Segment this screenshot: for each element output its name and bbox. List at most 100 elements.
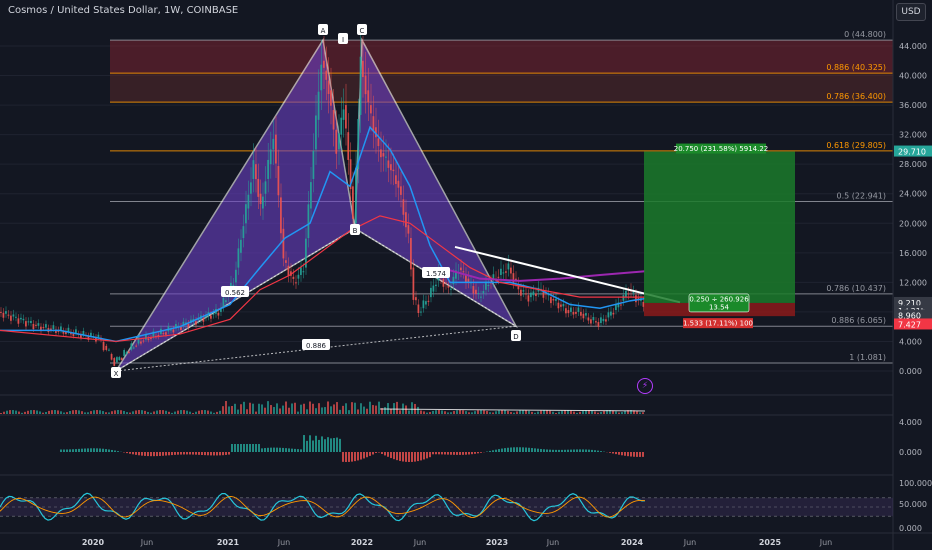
volume-bar — [351, 402, 353, 414]
volume-bar — [195, 411, 197, 414]
volume-bar — [288, 407, 290, 414]
rsi-tick: 0.000 — [899, 524, 922, 533]
candle-body — [522, 290, 525, 292]
macd-hist-bar — [477, 452, 479, 454]
macd-hist-bar — [78, 448, 80, 452]
macd-hist-bar — [402, 452, 404, 462]
volume-bar — [315, 408, 317, 414]
volume-bar — [579, 411, 581, 414]
macd-hist-bar — [639, 452, 641, 457]
volume-bar — [366, 408, 368, 414]
price-axis-bg — [893, 0, 932, 550]
macd-hist-bar — [465, 452, 467, 455]
volume-bar — [285, 401, 287, 414]
candle-body — [555, 298, 557, 301]
candle-body — [447, 286, 450, 288]
volume-bar — [594, 411, 596, 414]
candle-body — [475, 289, 477, 294]
macd-hist-bar — [147, 452, 149, 457]
candle-body — [123, 350, 125, 356]
price-tick: 28.000 — [899, 160, 927, 169]
macd-hist-bar — [300, 449, 302, 452]
candle-body — [477, 292, 480, 294]
macd-hist-bar — [555, 449, 557, 452]
candle-body — [118, 357, 121, 361]
time-tick: Jun — [683, 538, 697, 547]
candle-body — [172, 329, 175, 333]
volume-bar — [36, 410, 38, 414]
volume-bar — [513, 412, 515, 414]
volume-bar — [405, 405, 407, 414]
macd-hist-bar — [387, 452, 389, 457]
volume-bar — [264, 407, 266, 414]
candle-body — [82, 330, 85, 335]
volume-bar — [342, 405, 344, 414]
macd-hist-bar — [507, 447, 509, 452]
candle-body — [487, 284, 490, 287]
volume-bar — [621, 412, 623, 414]
candle-body — [635, 295, 637, 303]
volume-bar — [57, 410, 59, 414]
macd-hist-bar — [390, 452, 392, 459]
volume-bar — [198, 410, 200, 414]
volume-bar — [270, 405, 272, 414]
stop-label: 1.533 (17.11%) 100 — [683, 320, 753, 328]
volume-bar — [570, 410, 572, 414]
macd-hist-bar — [537, 448, 539, 452]
macd-hist-bar — [552, 449, 554, 452]
candle-body — [132, 347, 135, 349]
volume-bar — [159, 410, 161, 414]
candle-body — [255, 164, 257, 180]
lightning-icon[interactable]: ⚡ — [637, 378, 653, 394]
candle-body — [272, 138, 275, 150]
volume-bar — [165, 410, 167, 414]
volume-bar — [297, 411, 299, 414]
volume-bar — [561, 410, 563, 414]
volume-bar — [186, 410, 188, 414]
macd-hist-bar — [396, 452, 398, 461]
volume-bar — [537, 411, 539, 414]
macd-hist-bar — [504, 448, 506, 452]
candle-body — [269, 149, 272, 165]
fib-label: 0 (44.800) — [844, 30, 886, 39]
candle-body — [587, 317, 590, 321]
volume-bar — [144, 410, 146, 414]
macd-hist-bar — [627, 452, 629, 457]
macd-hist-bar — [216, 452, 218, 456]
candle-body — [387, 160, 390, 168]
macd-hist-bar — [414, 452, 416, 462]
candle-body — [210, 315, 212, 319]
macd-hist-bar — [549, 449, 551, 452]
volume-bar — [573, 411, 575, 414]
volume-bar — [516, 411, 518, 414]
candle-body — [342, 109, 345, 120]
candle-body — [592, 317, 595, 321]
volume-bar — [300, 404, 302, 414]
macd-hist-bar — [468, 452, 470, 455]
volume-bar — [261, 404, 263, 414]
volume-bar — [399, 410, 401, 414]
candle-body — [310, 182, 312, 209]
volume-bar — [45, 411, 47, 414]
candle-body — [292, 276, 295, 279]
macd-hist-bar — [633, 452, 635, 457]
candle-body — [450, 288, 452, 290]
macd-hist-bar — [609, 452, 611, 453]
macd-hist-bar — [207, 452, 209, 456]
macd-hist-bar — [432, 452, 434, 455]
price-axis[interactable]: 44.000 40.000 36.000 32.000 28.000 24.000 20.0… — [892, 0, 932, 550]
volume-bar — [108, 412, 110, 414]
macd-hist-bar — [96, 448, 98, 452]
macd-hist-bar — [210, 452, 212, 456]
macd-hist-bar — [93, 448, 95, 452]
volume-bar — [396, 401, 398, 414]
candle-body — [427, 300, 430, 302]
candle-body — [110, 354, 113, 360]
volume-bar — [312, 403, 314, 414]
currency-button[interactable]: USD — [896, 3, 926, 21]
volume-bar — [558, 411, 560, 414]
macd-hist-bar — [171, 452, 173, 456]
macd-hist-bar — [228, 452, 230, 455]
chart-canvas[interactable]: 0 (44.800) 0.886 (40.325) 0.786 (36.400) 0.… — [0, 0, 932, 550]
price-tick: 32.000 — [899, 131, 927, 140]
